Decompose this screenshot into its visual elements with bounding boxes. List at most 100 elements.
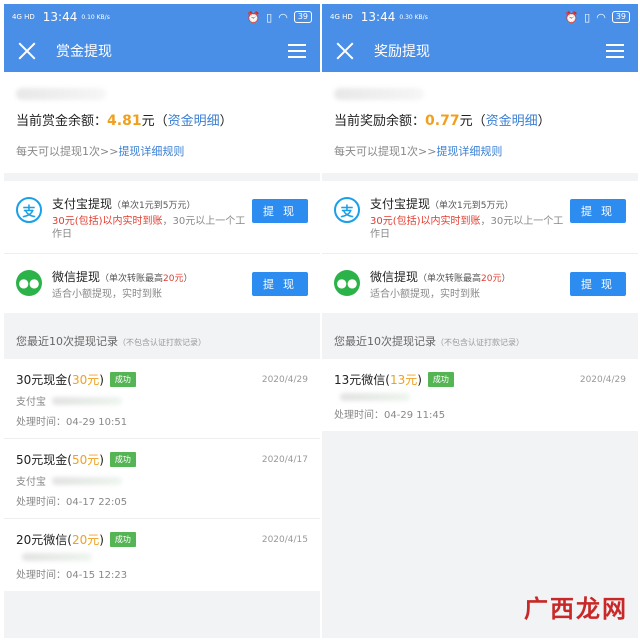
page-title: 赏金提现 (56, 44, 112, 60)
alipay-withdraw-button[interactable]: 提 现 (570, 199, 626, 223)
wechat-icon: ●● (16, 270, 42, 296)
method-desc: 适合小额提现，实时到账 (370, 289, 480, 300)
balance-label: 当前赏金余额： (16, 114, 108, 129)
status-badge: 成功 (109, 532, 136, 547)
network-speed: 0.10 KB/s (81, 13, 110, 21)
balance-label: 当前奖励余额： (334, 114, 426, 129)
balance-close: ） (219, 114, 233, 129)
close-icon[interactable] (18, 42, 36, 60)
wechat-withdraw-button[interactable]: 提 现 (252, 272, 308, 296)
balance-section: 当前奖励余额：0.77元（资金明细） 每天可以提现1次>>提现详细规则 (322, 72, 638, 173)
records-list: 30元现金(30元) 成功 2020/4/29 支付宝 处理时间：04-29 1… (4, 359, 320, 591)
record-account (334, 393, 626, 401)
records-title: 您最近10次提现记录（不包含认证打款记录） (334, 335, 524, 348)
status-time: 13:44 (360, 10, 396, 24)
wechat-icon: ●● (334, 270, 360, 296)
record-name: 20元微信(20元) (16, 533, 104, 547)
balance-unit: 元（ (141, 114, 168, 129)
status-time: 13:44 (42, 10, 78, 24)
page-title: 奖励提现 (374, 44, 430, 60)
method-alipay: 支 支付宝提现（单次1元到5万元） 30元(包括)以内实时到账，30元以上一个工… (4, 181, 320, 254)
table-row: 50元现金(50元) 成功 2020/4/17 支付宝 处理时间：04-17 2… (4, 439, 320, 519)
record-account: 支付宝 (16, 393, 308, 408)
record-date: 2020/4/17 (261, 454, 308, 465)
phone-left: 4G HD 13:44 0.10 KB/s ⏰ ▯ ◠ 39 赏金提现 当前赏金… (4, 4, 320, 638)
wifi-icon: ◠ (278, 10, 288, 24)
record-account: 支付宝 (16, 473, 308, 488)
wechat-withdraw-button[interactable]: 提 现 (570, 272, 626, 296)
record-date: 2020/4/15 (261, 534, 308, 545)
record-time: 处理时间：04-15 12:23 (16, 570, 128, 581)
table-row: 13元微信(13元) 成功 2020/4/29 处理时间：04-29 11:45 (322, 359, 638, 431)
blurred-text (334, 88, 424, 100)
table-row: 30元现金(30元) 成功 2020/4/29 支付宝 处理时间：04-29 1… (4, 359, 320, 439)
fund-detail-link[interactable]: 资金明细 (486, 114, 538, 129)
withdraw-methods: 支 支付宝提现（单次1元到5万元） 30元(包括)以内实时到账，30元以上一个工… (4, 181, 320, 313)
status-bar: 4G HD 13:44 0.30 KB/s ⏰ ▯ ◠ 39 (322, 4, 638, 30)
balance-line: 当前赏金余额：4.81元（资金明细） (16, 110, 308, 129)
record-time: 处理时间：04-29 10:51 (16, 417, 128, 428)
battery-icon: 39 (293, 11, 312, 23)
records-title: 您最近10次提现记录（不包含认证打款记录） (16, 335, 206, 348)
menu-icon[interactable] (606, 44, 624, 58)
alarm-icon: ⏰ (564, 10, 579, 24)
close-icon[interactable] (336, 42, 354, 60)
signal-icon: 4G HD (330, 12, 353, 21)
record-account (16, 553, 308, 561)
fund-detail-link[interactable]: 资金明细 (168, 114, 220, 129)
withdraw-methods: 支 支付宝提现（单次1元到5万元） 30元(包括)以内实时到账，30元以上一个工… (322, 181, 638, 313)
table-row: 20元微信(20元) 成功 2020/4/15 处理时间：04-15 12:23 (4, 519, 320, 591)
status-badge: 成功 (427, 372, 454, 387)
balance-unit: 元（ (459, 114, 486, 129)
rule-text: 每天可以提现1次>> (16, 145, 119, 158)
status-badge: 成功 (109, 372, 136, 387)
method-wechat: ●● 微信提现（单次转账最高20元） 适合小额提现，实时到账 提 现 (322, 254, 638, 313)
menu-icon[interactable] (288, 44, 306, 58)
status-right: ⏰ ▯ ◠ 39 (564, 11, 630, 24)
vibrate-icon: ▯ (266, 10, 273, 24)
record-name: 50元现金(50元) (16, 453, 104, 467)
method-name: 支付宝提现（单次1元到5万元） (52, 197, 196, 211)
phone-right: 4G HD 13:44 0.30 KB/s ⏰ ▯ ◠ 39 奖励提现 当前奖励… (322, 4, 638, 638)
network-speed: 0.30 KB/s (399, 13, 428, 21)
balance-line: 当前奖励余额：0.77元（资金明细） (334, 110, 626, 129)
rule-detail-link[interactable]: 提现详细规则 (436, 145, 502, 158)
record-date: 2020/4/29 (579, 374, 626, 385)
balance-close: ） (537, 114, 551, 129)
balance-amount: 0.77 (425, 113, 460, 129)
records-list: 13元微信(13元) 成功 2020/4/29 处理时间：04-29 11:45 (322, 359, 638, 431)
rule-line: 每天可以提现1次>>提现详细规则 (334, 143, 626, 159)
rule-line: 每天可以提现1次>>提现详细规则 (16, 143, 308, 159)
record-name: 30元现金(30元) (16, 373, 104, 387)
status-right: ⏰ ▯ ◠ 39 (246, 11, 312, 24)
nav-bar: 赏金提现 (4, 30, 320, 72)
record-date: 2020/4/29 (261, 374, 308, 385)
record-time: 处理时间：04-17 22:05 (16, 497, 128, 508)
method-desc: 30元(包括)以内实时到账，30元以上一个工作日 (370, 216, 564, 240)
method-name: 微信提现（单次转账最高20元） (52, 270, 193, 284)
method-wechat: ●● 微信提现（单次转账最高20元） 适合小额提现，实时到账 提 现 (4, 254, 320, 313)
method-desc: 30元(包括)以内实时到账，30元以上一个工作日 (52, 216, 246, 240)
alipay-icon: 支 (16, 197, 42, 223)
nav-bar: 奖励提现 (322, 30, 638, 72)
balance-section: 当前赏金余额：4.81元（资金明细） 每天可以提现1次>>提现详细规则 (4, 72, 320, 173)
alarm-icon: ⏰ (246, 10, 261, 24)
rule-detail-link[interactable]: 提现详细规则 (118, 145, 184, 158)
record-time: 处理时间：04-29 11:45 (334, 410, 446, 421)
method-name: 微信提现（单次转账最高20元） (370, 270, 511, 284)
balance-amount: 4.81 (107, 113, 142, 129)
record-name: 13元微信(13元) (334, 373, 422, 387)
method-name: 支付宝提现（单次1元到5万元） (370, 197, 514, 211)
battery-icon: 39 (611, 11, 630, 23)
status-bar: 4G HD 13:44 0.10 KB/s ⏰ ▯ ◠ 39 (4, 4, 320, 30)
wifi-icon: ◠ (596, 10, 606, 24)
vibrate-icon: ▯ (584, 10, 591, 24)
blurred-text (16, 88, 106, 100)
watermark-logo: 广西龙网 (524, 594, 628, 623)
status-badge: 成功 (109, 452, 136, 467)
alipay-icon: 支 (334, 197, 360, 223)
rule-text: 每天可以提现1次>> (334, 145, 437, 158)
alipay-withdraw-button[interactable]: 提 现 (252, 199, 308, 223)
method-desc: 适合小额提现，实时到账 (52, 289, 162, 300)
method-alipay: 支 支付宝提现（单次1元到5万元） 30元(包括)以内实时到账，30元以上一个工… (322, 181, 638, 254)
